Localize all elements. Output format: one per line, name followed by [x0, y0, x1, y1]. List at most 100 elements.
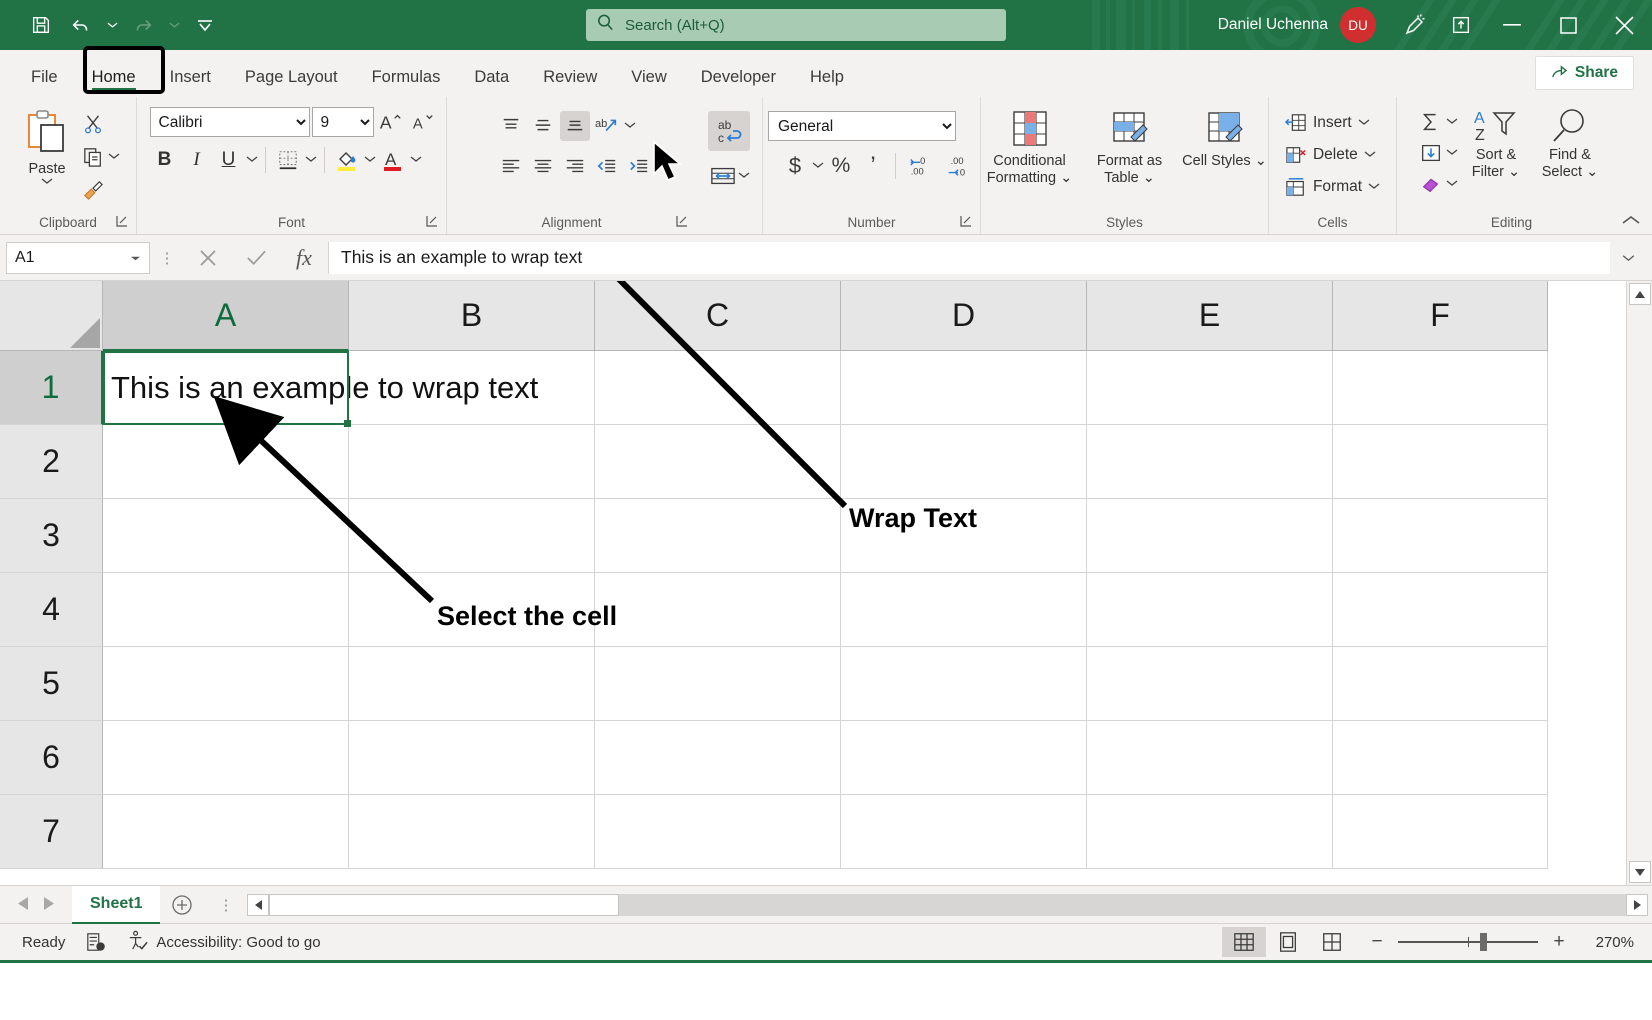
- copy-dropdown-chevron-icon[interactable]: [108, 152, 120, 163]
- redo-dropdown-chevron-icon[interactable]: [164, 8, 184, 42]
- cell-E7[interactable]: [1087, 795, 1333, 869]
- minimize-button[interactable]: [1484, 0, 1540, 50]
- row-header-2[interactable]: 2: [0, 425, 103, 499]
- format-as-table-button[interactable]: Format as Table ⌄: [1082, 109, 1178, 187]
- decrease-decimal-button[interactable]: .00 0: [941, 151, 977, 181]
- save-icon[interactable]: [22, 8, 60, 42]
- accounting-dropdown-chevron-icon[interactable]: [812, 161, 824, 172]
- cell-F5[interactable]: [1333, 647, 1548, 721]
- scrollbar-handle[interactable]: ⋮: [204, 896, 247, 914]
- row-header-6[interactable]: 6: [0, 721, 103, 795]
- merge-dropdown-chevron-icon[interactable]: [738, 171, 750, 182]
- cell-C7[interactable]: [595, 795, 841, 869]
- delete-dropdown-chevron-icon[interactable]: [1364, 150, 1376, 161]
- cell-A2[interactable]: [103, 425, 349, 499]
- grid-surface[interactable]: A B C D E F 1 2 3 4 5 6 7: [0, 281, 1626, 885]
- column-header-B[interactable]: B: [349, 281, 595, 351]
- increase-decimal-button[interactable]: 0 .00: [903, 151, 939, 181]
- tab-insert[interactable]: Insert: [153, 57, 228, 97]
- ribbon-display-options-icon[interactable]: [1438, 0, 1484, 50]
- cell-E5[interactable]: [1087, 647, 1333, 721]
- decrease-font-size-button[interactable]: A: [408, 107, 438, 137]
- page-layout-view-button[interactable]: [1266, 927, 1310, 957]
- autosum-button[interactable]: [1419, 107, 1458, 137]
- cell-F4[interactable]: [1333, 573, 1548, 647]
- font-name-select[interactable]: Calibri: [150, 107, 310, 137]
- cell-C6[interactable]: [595, 721, 841, 795]
- decrease-indent-button[interactable]: [592, 151, 622, 181]
- find-select-chevron-icon[interactable]: ⌄: [1586, 164, 1598, 180]
- merge-and-center-button[interactable]: [708, 161, 738, 191]
- next-sheet-icon[interactable]: [44, 897, 54, 913]
- find-and-select-button[interactable]: Find & Select ⌄: [1534, 107, 1606, 181]
- sort-filter-chevron-icon[interactable]: ⌄: [1508, 164, 1520, 180]
- tab-help[interactable]: Help: [793, 57, 861, 97]
- redo-icon[interactable]: [124, 8, 162, 42]
- undo-icon[interactable]: [62, 8, 100, 42]
- cell-A7[interactable]: [103, 795, 349, 869]
- scroll-up-icon[interactable]: [1629, 283, 1651, 305]
- cell-E1[interactable]: [1087, 351, 1333, 425]
- vertical-scrollbar[interactable]: [1626, 281, 1652, 885]
- percent-style-button[interactable]: %: [826, 151, 856, 181]
- zoom-slider-thumb[interactable]: [1480, 933, 1487, 951]
- format-cells-button[interactable]: Format: [1285, 171, 1380, 203]
- align-left-button[interactable]: [496, 151, 526, 181]
- cut-button[interactable]: [78, 109, 108, 139]
- zoom-out-button[interactable]: −: [1368, 931, 1386, 953]
- record-macro-button[interactable]: [75, 932, 117, 952]
- cell-F2[interactable]: [1333, 425, 1548, 499]
- cell-B2[interactable]: [349, 425, 595, 499]
- sort-and-filter-button[interactable]: A Z Sort & Filter ⌄: [1460, 107, 1532, 181]
- cell-E4[interactable]: [1087, 573, 1333, 647]
- horizontal-scroll-area[interactable]: ⋮: [204, 894, 1652, 916]
- column-header-D[interactable]: D: [841, 281, 1087, 351]
- font-size-select[interactable]: 9: [312, 107, 374, 137]
- cell-B3[interactable]: [349, 499, 595, 573]
- cell-C3[interactable]: [595, 499, 841, 573]
- insert-cells-button[interactable]: Insert: [1285, 107, 1370, 139]
- avatar[interactable]: DU: [1340, 7, 1376, 43]
- cell-E6[interactable]: [1087, 721, 1333, 795]
- accounting-format-button[interactable]: $: [780, 151, 810, 181]
- row-header-3[interactable]: 3: [0, 499, 103, 573]
- cell-D7[interactable]: [841, 795, 1087, 869]
- column-header-F[interactable]: F: [1333, 281, 1548, 351]
- cell-E2[interactable]: [1087, 425, 1333, 499]
- fill-color-dropdown-chevron-icon[interactable]: [364, 155, 376, 166]
- underline-button[interactable]: U: [214, 145, 244, 175]
- horizontal-scrollbar-thumb[interactable]: [269, 894, 619, 916]
- tab-view[interactable]: View: [614, 57, 683, 97]
- customize-quick-access-icon[interactable]: [186, 8, 224, 42]
- sheet-tab-sheet1[interactable]: Sheet1: [72, 886, 160, 924]
- cell-D6[interactable]: [841, 721, 1087, 795]
- cell-C5[interactable]: [595, 647, 841, 721]
- name-box-chevron-icon[interactable]: [130, 249, 141, 267]
- conditional-formatting-chevron-icon[interactable]: ⌄: [1060, 170, 1072, 186]
- font-color-dropdown-chevron-icon[interactable]: [410, 155, 422, 166]
- cell-D2[interactable]: [841, 425, 1087, 499]
- orientation-button[interactable]: ab: [592, 111, 622, 141]
- zoom-percentage[interactable]: 270%: [1580, 934, 1640, 951]
- paste-dropdown-chevron-icon[interactable]: [41, 177, 53, 188]
- format-dropdown-chevron-icon[interactable]: [1368, 182, 1380, 193]
- cell-B5[interactable]: [349, 647, 595, 721]
- cell-B7[interactable]: [349, 795, 595, 869]
- bold-button[interactable]: B: [150, 145, 180, 175]
- row-header-4[interactable]: 4: [0, 573, 103, 647]
- tab-data[interactable]: Data: [457, 57, 526, 97]
- align-center-button[interactable]: [528, 151, 558, 181]
- cell-C2[interactable]: [595, 425, 841, 499]
- middle-align-button[interactable]: [528, 111, 558, 141]
- italic-button[interactable]: I: [182, 145, 212, 175]
- underline-dropdown-chevron-icon[interactable]: [246, 155, 258, 166]
- maximize-button[interactable]: [1540, 0, 1596, 50]
- bottom-align-button[interactable]: [560, 111, 590, 141]
- orientation-dropdown-chevron-icon[interactable]: [624, 121, 636, 132]
- tab-formulas[interactable]: Formulas: [355, 57, 458, 97]
- number-dialog-launcher-icon[interactable]: [960, 215, 972, 230]
- row-header-1[interactable]: 1: [0, 351, 103, 425]
- insert-function-icon[interactable]: fx: [280, 241, 328, 275]
- fill-color-button[interactable]: [332, 145, 362, 175]
- align-right-button[interactable]: [560, 151, 590, 181]
